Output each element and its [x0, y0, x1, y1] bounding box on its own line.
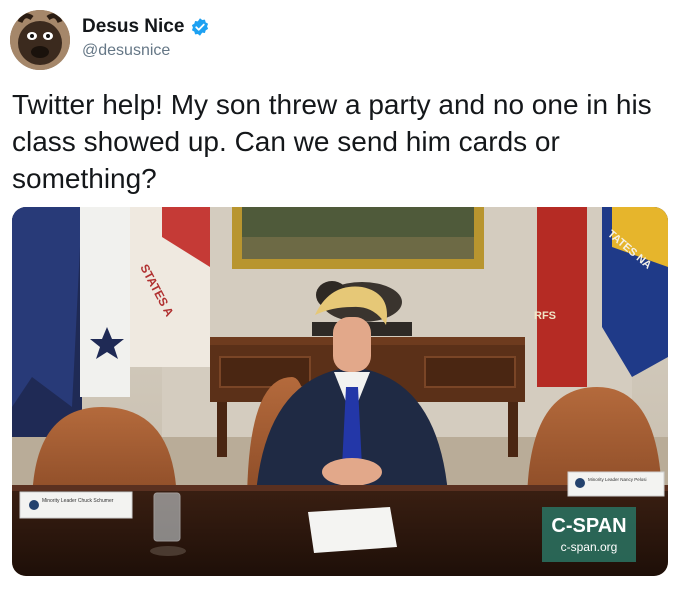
avatar[interactable] [10, 10, 70, 70]
photo-oval-office-icon: STATES A RFS TATES NA Minority Leader Ch… [12, 207, 668, 576]
tweet-media-photo[interactable]: STATES A RFS TATES NA Minority Leader Ch… [12, 207, 668, 576]
avatar-dog-icon [10, 10, 70, 70]
nameplate-right-text: Minority Leader Nancy Pelosi [588, 477, 647, 482]
author-handle[interactable]: @desusnice [82, 42, 170, 60]
tweet-text: Twitter help! My son threw a party and n… [12, 89, 652, 194]
verified-badge-icon [192, 18, 209, 36]
author-name-row[interactable]: Desus Nice [82, 16, 210, 38]
cspan-url: c-span.org [561, 540, 618, 554]
cspan-brand: C-SPAN [551, 515, 626, 537]
flag-lettering-rfs: RFS [534, 310, 556, 322]
nameplate-left-text: Minority Leader Chuck Schumer [42, 498, 114, 504]
author-display-name[interactable]: Desus Nice [82, 16, 184, 38]
